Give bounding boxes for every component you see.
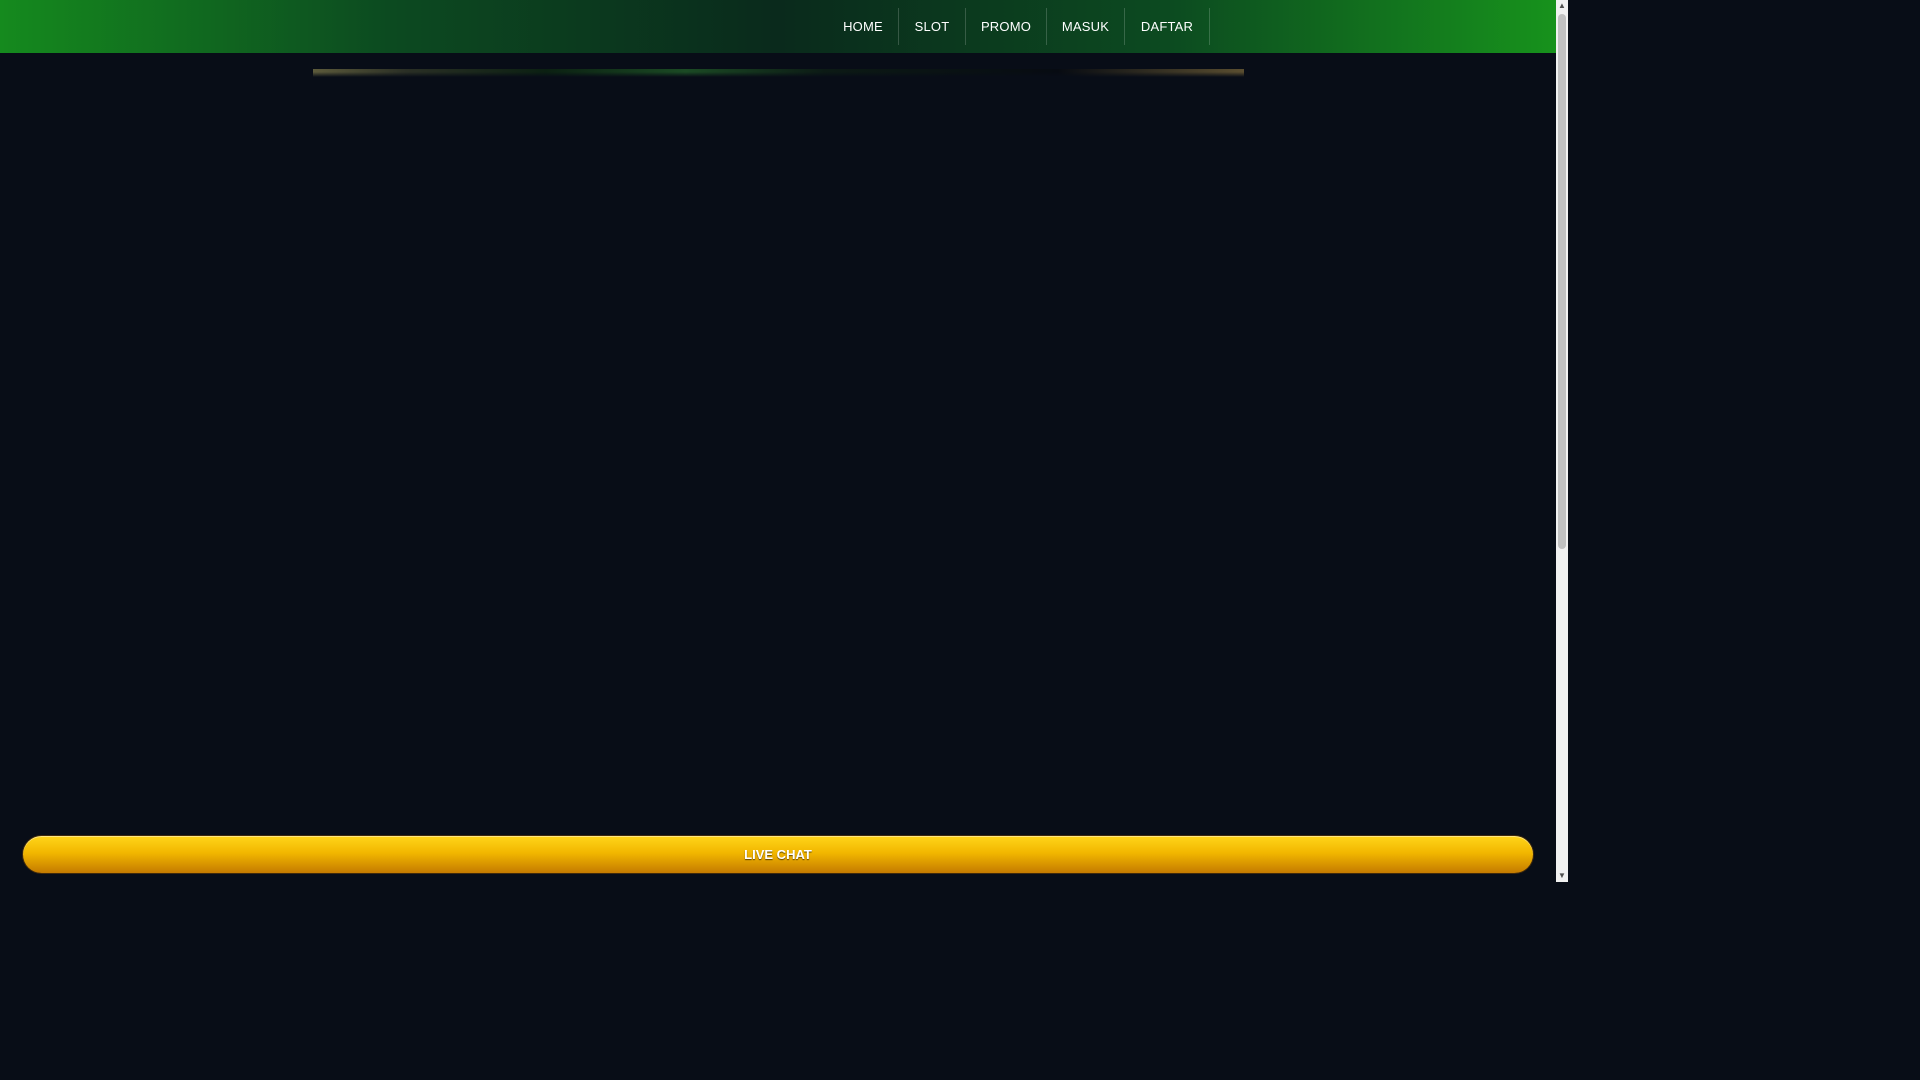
page-scrollbar[interactable]: ▲ ▼ [1556,0,1568,882]
live-chat-button[interactable]: LIVE CHAT [23,836,1533,873]
hero-banner-fade [313,72,1244,77]
live-chat-label: LIVE CHAT [744,847,812,862]
main-nav: HOME SLOT PROMO MASUK DAFTAR [828,8,1210,45]
scrollbar-thumb[interactable] [1558,14,1566,549]
scroll-down-icon[interactable]: ▼ [1556,870,1568,882]
nav-item-masuk[interactable]: MASUK [1047,8,1125,45]
nav-item-daftar[interactable]: DAFTAR [1125,8,1210,45]
nav-item-promo[interactable]: PROMO [966,8,1047,45]
top-navbar: HOME SLOT PROMO MASUK DAFTAR [0,0,1556,53]
nav-item-slot[interactable]: SLOT [899,8,966,45]
nav-item-home[interactable]: HOME [828,8,899,45]
scroll-up-icon[interactable]: ▲ [1556,0,1568,12]
page: HOME SLOT PROMO MASUK DAFTAR LIVE CHAT ▲… [0,0,1568,882]
hero-banner [313,69,1244,77]
